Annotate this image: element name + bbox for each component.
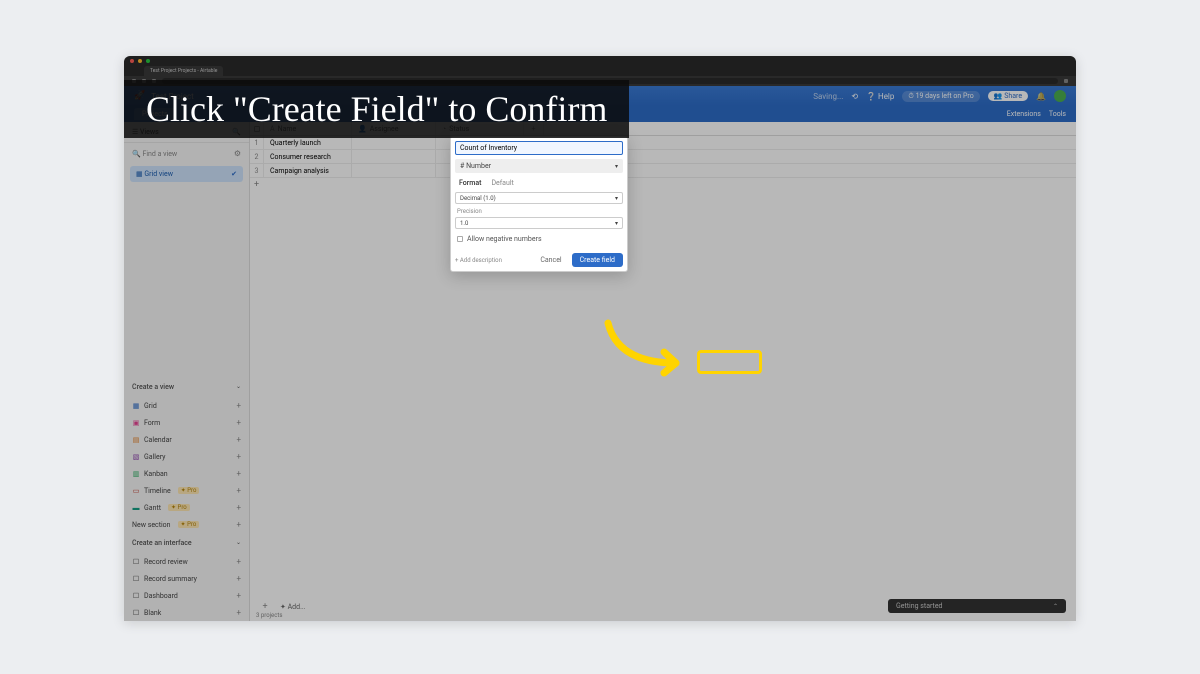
window-minimize-icon[interactable] xyxy=(138,59,142,63)
tools-button[interactable]: Tools xyxy=(1049,110,1066,118)
add-description-button[interactable]: + Add description xyxy=(455,257,502,264)
extensions-button[interactable]: Extensions xyxy=(1007,110,1041,118)
window-maximize-icon[interactable] xyxy=(146,59,150,63)
sidebar-grid-view[interactable]: ▦ Grid view ✔ xyxy=(130,166,243,182)
view-type-grid[interactable]: ▦Grid+ xyxy=(124,397,249,414)
getting-started-panel[interactable]: Getting started⌃ xyxy=(888,599,1066,613)
saving-indicator: Saving... xyxy=(813,92,843,101)
help-link[interactable]: ❔ Help xyxy=(866,92,894,101)
browser-tab[interactable]: Test Project Projects - Airtable xyxy=(144,66,223,76)
interface-blank[interactable]: ☐Blank+ xyxy=(124,604,249,621)
interface-record-summary[interactable]: ☐Record summary+ xyxy=(124,570,249,587)
interface-dashboard[interactable]: ☐Dashboard+ xyxy=(124,587,249,604)
add-row-button[interactable]: + xyxy=(250,178,1076,192)
interface-record-review[interactable]: ☐Record review+ xyxy=(124,553,249,570)
allow-negative-checkbox[interactable]: Allow negative numbers xyxy=(455,233,623,245)
create-interface-header[interactable]: Create an interface⌄ xyxy=(124,533,249,553)
view-type-gallery[interactable]: ▧Gallery+ xyxy=(124,448,249,465)
view-new-section[interactable]: New section✦ Pro+ xyxy=(124,516,249,533)
add-table-label[interactable]: ✦ Add... xyxy=(280,603,306,611)
default-tab[interactable]: Default xyxy=(491,179,513,187)
format-select[interactable]: Decimal (1.0)▾ xyxy=(455,192,623,204)
view-type-calendar[interactable]: ▤Calendar+ xyxy=(124,431,249,448)
view-type-gantt[interactable]: ▬Gantt✦ Pro+ xyxy=(124,499,249,516)
gear-icon[interactable]: ⚙ xyxy=(234,149,241,158)
table-row[interactable]: 3Campaign analysis xyxy=(250,164,1076,178)
create-field-button[interactable]: Create field xyxy=(572,253,623,267)
record-count: 3 projects xyxy=(256,612,282,619)
notifications-icon[interactable]: 🔔 xyxy=(1036,92,1046,101)
instruction-overlay: Click "Create Field" to Confirm xyxy=(124,80,629,138)
avatar[interactable] xyxy=(1054,90,1066,102)
format-tab[interactable]: Format xyxy=(459,179,481,187)
history-icon[interactable]: ⟲ xyxy=(851,92,858,101)
view-type-form[interactable]: ▣Form+ xyxy=(124,414,249,431)
view-type-timeline[interactable]: ▭Timeline✦ Pro+ xyxy=(124,482,249,499)
share-button[interactable]: 👥 Share xyxy=(988,91,1028,101)
field-type-select[interactable]: # Number ▾ xyxy=(455,159,623,173)
create-field-popup: # Number ▾ Format Default Decimal (1.0)▾… xyxy=(450,136,628,272)
create-view-header[interactable]: Create a view⌄ xyxy=(124,377,249,397)
precision-label: Precision xyxy=(455,208,623,215)
find-view-input[interactable]: 🔍 Find a view xyxy=(132,150,177,158)
precision-select[interactable]: 1.0▾ xyxy=(455,217,623,229)
check-icon: ✔ xyxy=(231,170,237,178)
window-close-icon[interactable] xyxy=(130,59,134,63)
field-name-input[interactable] xyxy=(455,141,623,155)
menu-icon[interactable] xyxy=(1064,79,1068,83)
trial-badge[interactable]: ⏱ 19 days left on Pro xyxy=(902,91,979,102)
cancel-button[interactable]: Cancel xyxy=(534,253,567,267)
table-row[interactable]: 1Quarterly launch xyxy=(250,136,1076,150)
number-icon: # xyxy=(460,162,464,170)
table-row[interactable]: 2Consumer research xyxy=(250,150,1076,164)
view-type-kanban[interactable]: ▥Kanban+ xyxy=(124,465,249,482)
